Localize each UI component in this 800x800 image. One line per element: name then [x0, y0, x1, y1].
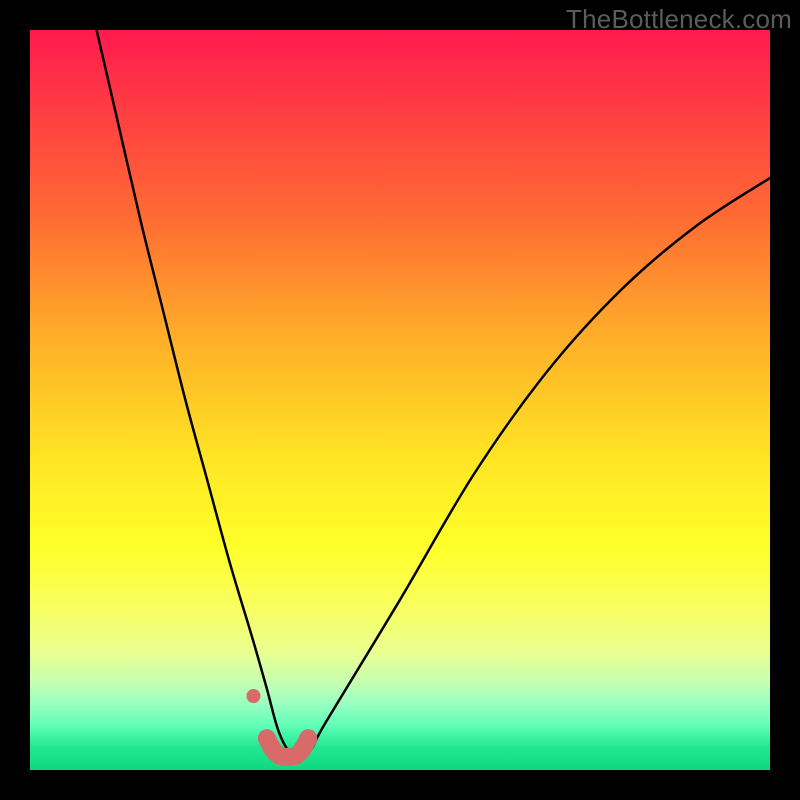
highlight-outlier-dot	[246, 689, 260, 703]
watermark-text: TheBottleneck.com	[566, 4, 792, 35]
bottleneck-curve	[97, 30, 770, 757]
chart-frame: TheBottleneck.com	[0, 0, 800, 800]
curve-layer	[30, 30, 770, 770]
plot-area	[30, 30, 770, 770]
highlight-markers	[246, 689, 308, 757]
